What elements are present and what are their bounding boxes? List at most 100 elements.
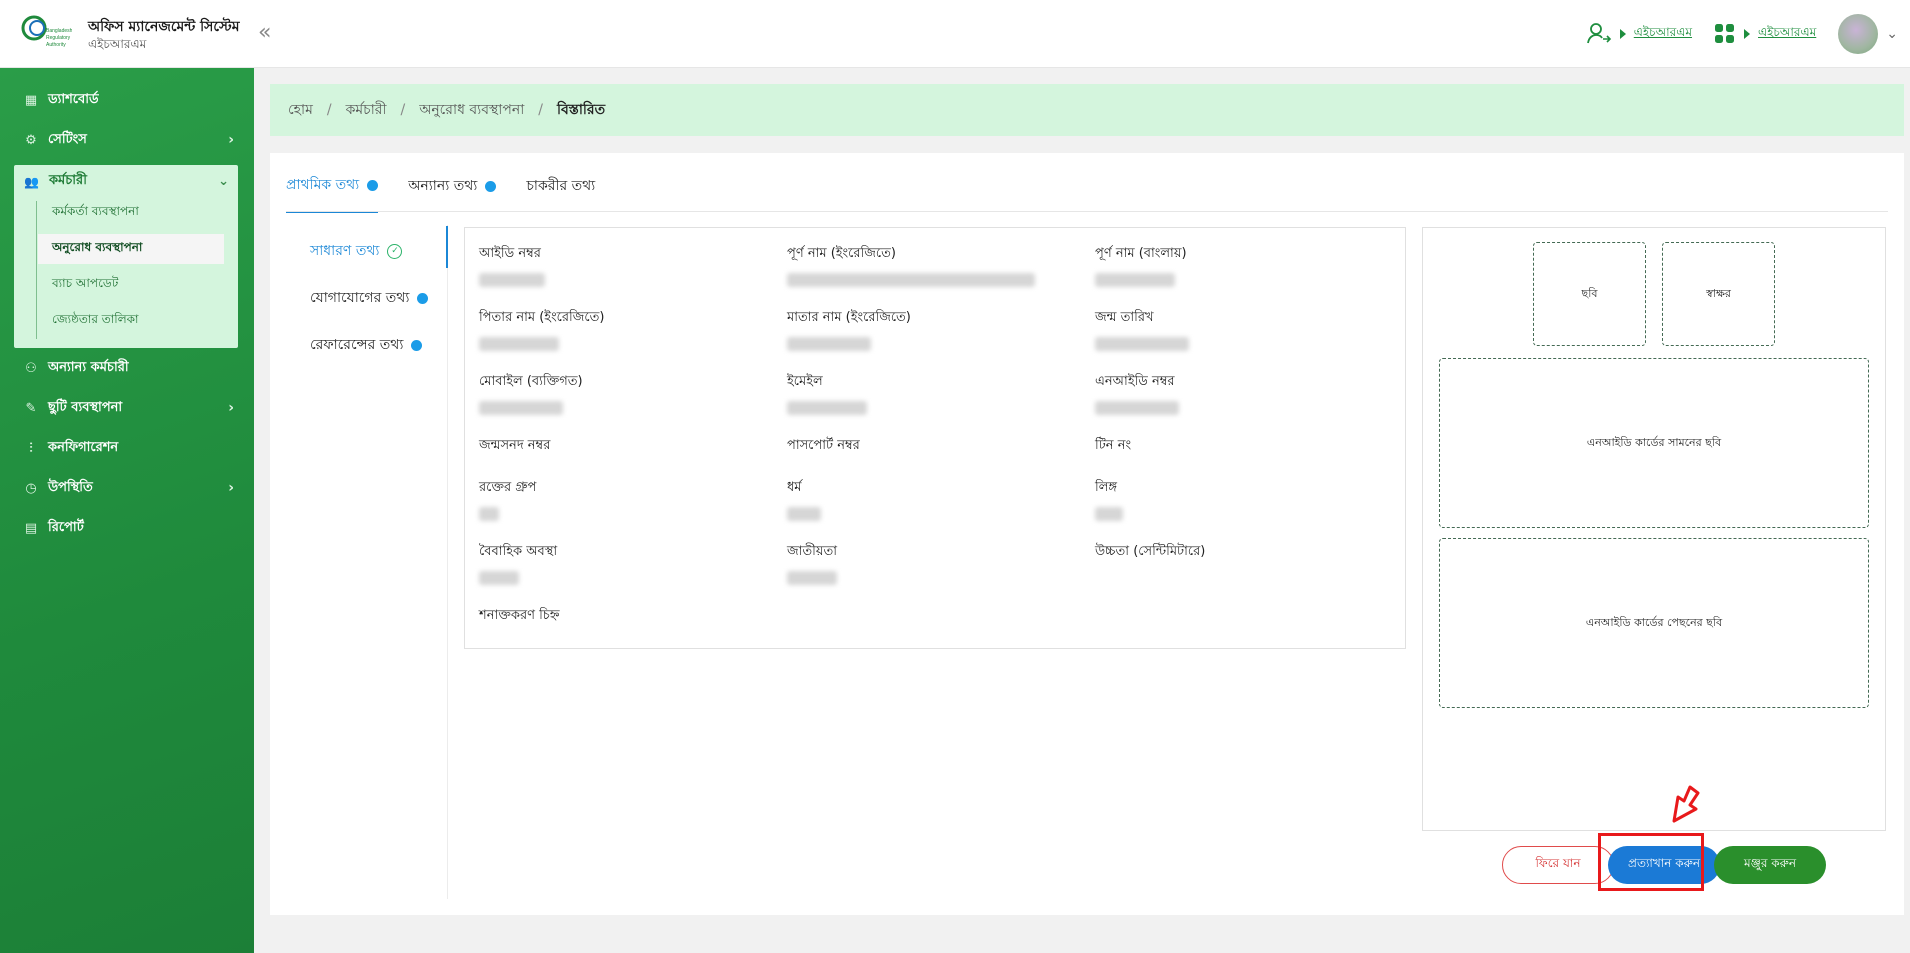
sidebar-group-employee: 👥 কর্মচারী ⌄ কর্মকর্তা ব্যবস্থাপনা অনুরো… (14, 165, 238, 348)
subnav-reference-info[interactable]: রেফারেন্সের তথ্য (310, 333, 423, 357)
field-birth-cert: জন্মসনদ নম্বর (479, 436, 779, 457)
chevron-down-icon[interactable]: ⌄ (1886, 26, 1898, 42)
subnav-contact-info[interactable]: যোগাযোগের তথ্য (310, 286, 429, 310)
tab-label: অন্যান্য তথ্য (408, 178, 478, 194)
field-label: মোবাইল (ব্যক্তিগত) (479, 374, 583, 389)
sidebar-item-employee[interactable]: 👥 কর্মচারী ⌄ (24, 171, 229, 192)
status-dot-icon (411, 339, 423, 351)
field-label: পিতার নাম (ইংরেজিতে) (479, 310, 605, 325)
field-blood-group: রক্তের গ্রুপ (479, 478, 779, 521)
redacted-value (479, 507, 499, 521)
sidebar-item-leave[interactable]: ✎ ছুটি ব্যবস্থাপনা › (24, 396, 234, 420)
field-label: জাতীয়তা (787, 544, 838, 559)
users-icon: 👥 (24, 174, 39, 189)
chevron-down-icon: ⌄ (218, 174, 229, 189)
tab-divider (286, 211, 1888, 212)
field-label: পূর্ণ নাম (বাংলায়) (1095, 246, 1187, 261)
subnav-label: সাধারণ তথ্য (310, 243, 380, 259)
field-label: মাতার নাম (ইংরেজিতে) (787, 310, 911, 325)
svg-text:Bangladesh: Bangladesh (46, 28, 72, 34)
field-label: বৈবাহিক অবস্থা (479, 544, 558, 559)
field-id-number: আইডি নম্বর (479, 244, 779, 287)
field-full-name-bn: পূর্ণ নাম (বাংলায়) (1095, 244, 1395, 287)
leave-icon: ✎ (25, 400, 37, 416)
subnav-active-indicator (446, 226, 448, 268)
double-chevron-left-icon[interactable]: « (258, 20, 271, 45)
tab-primary-info[interactable]: প্রাথমিক তথ্য (286, 173, 379, 213)
approve-button[interactable]: মঞ্জুর করুন (1714, 846, 1826, 884)
nid-front-upload-box[interactable]: এনআইডি কার্ডের সামনের ছবি (1439, 358, 1869, 528)
signature-upload-box[interactable]: স্বাক্ষর (1662, 242, 1775, 346)
sidebar-sub-batch-update[interactable]: ব্যাচ আপডেট (38, 270, 224, 300)
top-header: Bangladesh Regulatory Authority অফিস ম্য… (0, 0, 1910, 68)
sidebar-item-dashboard[interactable]: ▦ ড্যাশবোর্ড (24, 88, 234, 112)
field-gender: লিঙ্গ (1095, 478, 1395, 521)
tab-label: চাকরীর তথ্য (526, 178, 596, 194)
redacted-value (1095, 337, 1189, 351)
field-label: পাসপোর্ট নম্বর (787, 438, 860, 453)
field-religion: ধর্ম (787, 478, 1087, 521)
photo-upload-box[interactable]: ছবি (1533, 242, 1646, 346)
sidebar-item-configuration[interactable]: ⫶ কনফিগারেশন (24, 436, 234, 460)
user-avatar[interactable] (1838, 14, 1879, 54)
sidebar-item-label: কনফিগারেশন (48, 439, 119, 455)
breadcrumb-employee[interactable]: কর্মচারী (346, 98, 387, 122)
breadcrumb-home[interactable]: হোম (288, 98, 313, 122)
field-label: জন্ম তারিখ (1095, 310, 1154, 325)
field-date-of-birth: জন্ম তারিখ (1095, 308, 1395, 351)
redacted-value (479, 401, 563, 415)
breadcrumb-separator: / (538, 102, 543, 118)
annotation-arrow-icon (1672, 785, 1700, 823)
subnav-general-info[interactable]: সাধারণ তথ্য ✓ (310, 239, 403, 263)
annotation-highlight-box (1598, 833, 1704, 891)
dashboard-icon: ▦ (24, 92, 38, 108)
tab-other-info[interactable]: অন্যান্য তথ্য (408, 173, 497, 213)
sidebar-item-label: কর্মচারী (48, 173, 87, 188)
sidebar-sub-request-management[interactable]: অনুরোধ ব্যবস্থাপনা (38, 234, 224, 264)
tab-job-info[interactable]: চাকরীর তথ্য (526, 173, 595, 213)
status-dot-icon (417, 292, 429, 304)
gear-icon: ⚙ (25, 132, 37, 148)
hrm-link-1[interactable]: এইচআরএম (1634, 24, 1692, 44)
status-dot-icon (367, 179, 379, 191)
redacted-value (787, 571, 837, 585)
field-label: এনআইডি নম্বর (1095, 374, 1175, 389)
app-subtitle: এইচআরএম (88, 37, 147, 51)
sidebar-item-label: উপস্থিতি (48, 479, 93, 495)
field-marital-status: বৈবাহিক অবস্থা (479, 542, 779, 585)
header-actions: এইচআরএম এইচআরএম ⌄ (1586, 14, 1898, 54)
field-label: আইডি নম্বর (479, 246, 541, 261)
redacted-value (787, 337, 871, 351)
nid-back-upload-box[interactable]: এনআইডি কার্ডের পেছনের ছবি (1439, 538, 1869, 708)
breadcrumb-request-management[interactable]: অনুরোধ ব্যবস্থাপনা (419, 98, 524, 122)
redacted-value (479, 273, 545, 287)
sliders-icon: ⫶ (29, 440, 33, 456)
sidebar-item-label: সেটিংস (48, 131, 87, 147)
field-label: পূর্ণ নাম (ইংরেজিতে) (787, 246, 896, 261)
apps-grid-icon[interactable] (1714, 23, 1736, 45)
user-switch-icon[interactable] (1586, 21, 1612, 47)
field-label: ইমেইল (787, 374, 823, 389)
field-label: লিঙ্গ (1095, 480, 1118, 495)
sidebar-item-label: অন্যান্য কর্মচারী (48, 359, 129, 375)
document-icon: ▤ (24, 520, 38, 536)
submenu-guide-line (36, 201, 37, 339)
breadcrumb-separator: / (400, 102, 406, 118)
sidebar-item-attendance[interactable]: ◷ উপস্থিতি › (24, 476, 234, 500)
sidebar-sub-officer-management[interactable]: কর্মকর্তা ব্যবস্থাপনা (38, 198, 224, 228)
field-mobile: মোবাইল (ব্যক্তিগত) (479, 372, 779, 415)
sidebar-sub-seniority-list[interactable]: জ্যেষ্ঠতার তালিকা (38, 306, 224, 336)
check-circle-icon: ✓ (387, 243, 403, 259)
field-identification-mark: শনাক্তকরণ চিহ্ন (479, 606, 779, 627)
status-dot-icon (485, 180, 497, 192)
sidebar-item-settings[interactable]: ⚙ সেটিংস › (24, 128, 234, 152)
redacted-value (1095, 401, 1179, 415)
subnav-label: রেফারেন্সের তথ্য (310, 337, 404, 353)
sidebar-item-other-employees[interactable]: ⚇ অন্যান্য কর্মচারী (24, 356, 234, 380)
field-mother-name: মাতার নাম (ইংরেজিতে) (787, 308, 1087, 351)
hrm-link-2[interactable]: এইচআরএম (1758, 24, 1816, 44)
field-label: জন্মসনদ নম্বর (479, 438, 551, 453)
redacted-value (479, 337, 559, 351)
svg-text:Authority: Authority (46, 42, 66, 48)
sidebar-item-report[interactable]: ▤ রিপোর্ট (24, 516, 234, 540)
